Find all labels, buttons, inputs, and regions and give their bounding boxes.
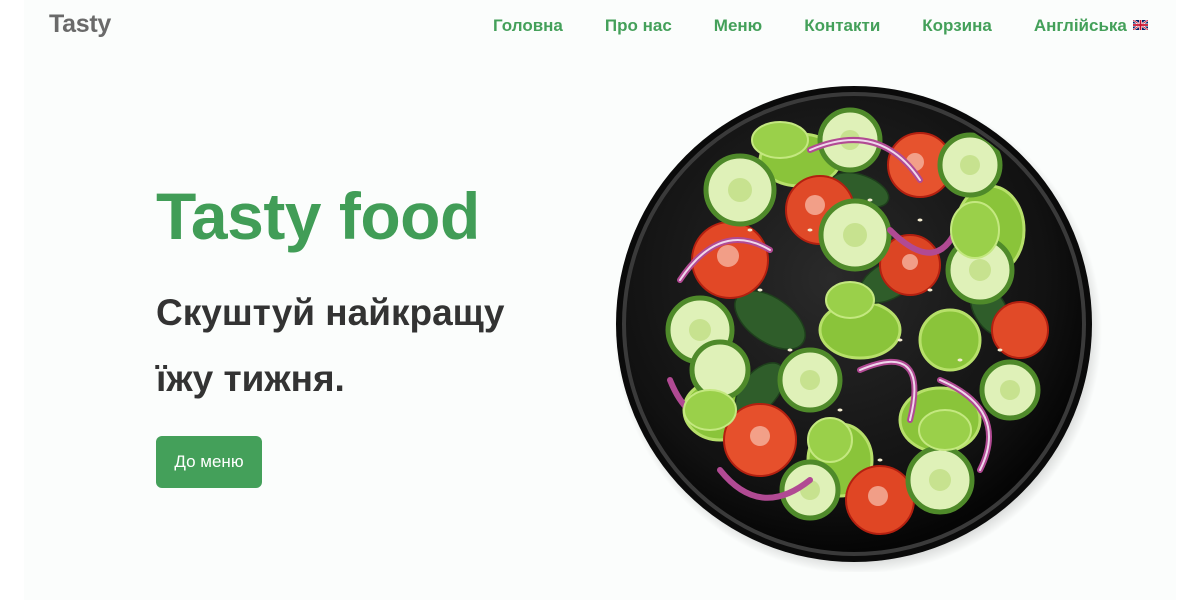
nav-item-about[interactable]: Про нас [605, 16, 672, 36]
nav-item-cart[interactable]: Корзина [922, 16, 992, 36]
to-menu-button[interactable]: До меню [156, 436, 262, 488]
uk-flag-icon [1132, 20, 1148, 30]
nav-item-language[interactable]: Англійська [1034, 16, 1148, 36]
nav-item-menu[interactable]: Меню [714, 16, 762, 36]
page: Tasty Головна Про нас Меню Контакти Корз… [24, 0, 1176, 600]
salad-bowl-image [610, 80, 1102, 574]
site-header: Tasty Головна Про нас Меню Контакти Корз… [24, 0, 1176, 52]
nav-item-contacts[interactable]: Контакти [804, 16, 880, 36]
hero-subtitle: Скуштуй найкращу їжу тижня. [156, 292, 505, 399]
main-nav: Головна Про нас Меню Контакти Корзина Ан… [493, 16, 1148, 36]
site-logo[interactable]: Tasty [49, 10, 111, 39]
nav-item-home[interactable]: Головна [493, 16, 563, 36]
hero-title: Tasty food [156, 179, 480, 253]
language-label: Англійська [1033, 16, 1127, 35]
